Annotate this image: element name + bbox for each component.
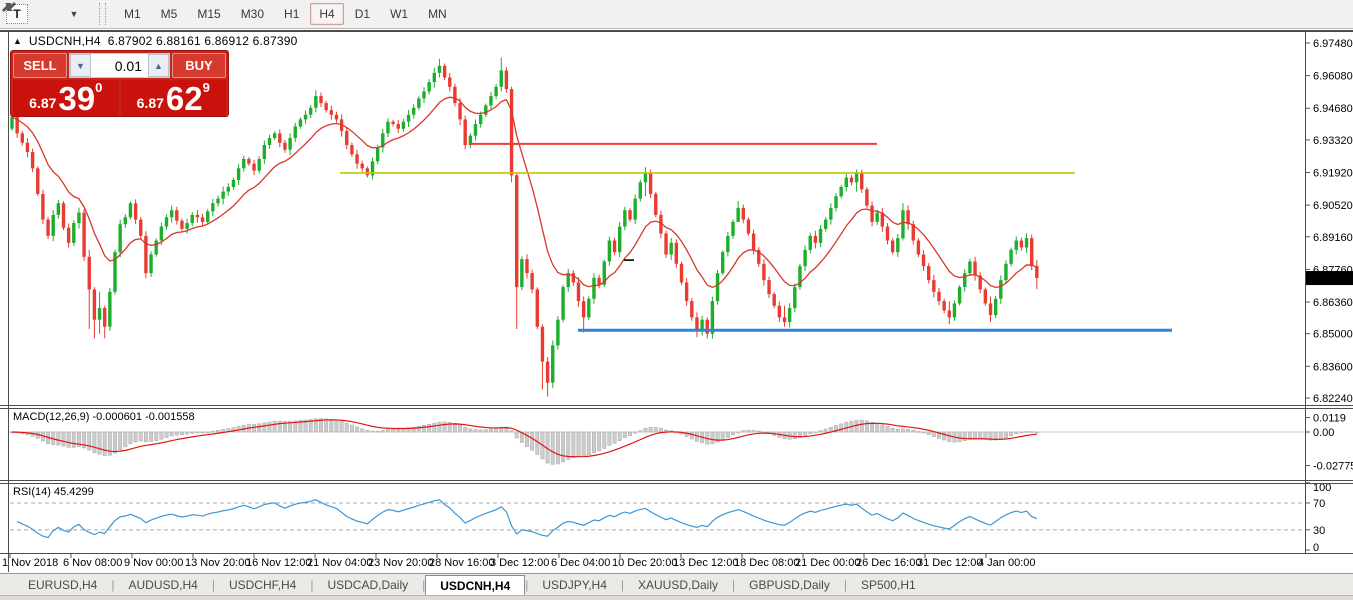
buy-price-prefix: 6.87: [137, 95, 164, 111]
macd-axis-label: -0.027754: [1313, 461, 1353, 473]
time-axis-label: 13 Dec 12:00: [673, 557, 738, 569]
price-axis-label: 6.91920: [1313, 168, 1353, 180]
arrows-tool-button[interactable]: [40, 3, 62, 25]
chevron-down-icon: ▼: [70, 9, 79, 19]
chart-tabbar: EURUSD,H4|AUDUSD,H4|USDCHF,H4|USDCAD,Dai…: [0, 573, 1353, 595]
chart-tab-usdjpy-h4[interactable]: USDJPY,H4: [528, 574, 620, 595]
time-axis-label: 28 Nov 16:00: [429, 557, 494, 569]
price-axis-label: 6.86360: [1313, 297, 1353, 309]
trading-terminal: T ▼ M1M5M15M30H1H4D1W1MN 6.974806.960806…: [0, 0, 1353, 600]
toolbar-grip[interactable]: [99, 3, 106, 25]
timeframe-button-m1[interactable]: M1: [115, 3, 150, 25]
time-axis-label: 3 Dec 12:00: [490, 557, 549, 569]
price-axis-label: 6.82240: [1313, 393, 1353, 405]
macd-indicator: [8, 419, 1305, 465]
buy-price-sup: 9: [203, 80, 210, 95]
chart-tab-audusd-h4[interactable]: AUDUSD,H4: [114, 574, 211, 595]
time-axis-label: 26 Dec 16:00: [856, 557, 921, 569]
chart-window: 6.97480 6.96080 6.94680 6.93320 6.91920 6.905…: [0, 30, 1353, 573]
sell-price-big: 39: [58, 84, 95, 114]
timeframe-button-d1[interactable]: D1: [346, 3, 379, 25]
timeframe-bar: M1M5M15M30H1H4D1W1MN: [114, 0, 457, 29]
sell-price-tile[interactable]: 6.87 39 0: [13, 80, 119, 116]
macd-label: MACD(12,26,9) -0.000601 -0.001558: [13, 411, 195, 423]
time-axis-label: 21 Nov 04:00: [307, 557, 372, 569]
down-arrow-icon: ▼: [76, 61, 85, 71]
toolbar: T ▼ M1M5M15M30H1H4D1W1MN: [0, 0, 1353, 29]
chart-tab-usdcad-daily[interactable]: USDCAD,Daily: [313, 574, 422, 595]
chart-tab-xauusd-daily[interactable]: XAUUSD,Daily: [624, 574, 732, 595]
rsi-axis-label: 70: [1313, 498, 1325, 510]
time-axis-label: 13 Nov 20:00: [185, 557, 250, 569]
rsi-line: [17, 500, 1037, 538]
chart-title: ▲ USDCNH,H4 6.87902 6.88161 6.86912 6.87…: [13, 34, 297, 48]
time-axis-label: 6 Nov 08:00: [63, 557, 122, 569]
chart-ohlc-values: 6.87902 6.88161 6.86912 6.87390: [108, 34, 298, 48]
timeframe-button-mn[interactable]: MN: [419, 3, 456, 25]
time-axis-label: 10 Dec 20:00: [612, 557, 677, 569]
chart-symbol-label: USDCNH,H4: [29, 34, 101, 48]
status-strip: [0, 595, 1353, 600]
price-axis-label: 6.96080: [1313, 71, 1353, 83]
price-axis-label: 6.85000: [1313, 329, 1353, 341]
timeframe-button-h4[interactable]: H4: [310, 3, 343, 25]
time-axis-label: 4 Jan 00:00: [978, 557, 1036, 569]
chart-tab-usdchf-h4[interactable]: USDCHF,H4: [215, 574, 310, 595]
price-axis-label: 6.90520: [1313, 200, 1353, 212]
price-axis-label: 6.93320: [1313, 135, 1353, 147]
rsi-axis-label: 0: [1313, 542, 1319, 554]
one-click-trading-panel: SELL ▼ ▲ BUY 6.87 39 0 6.87: [10, 50, 229, 117]
lot-size-control: ▼ ▲: [69, 53, 170, 78]
chart-tab-eurusd-h4[interactable]: EURUSD,H4: [14, 574, 111, 595]
timeframe-button-m5[interactable]: M5: [152, 3, 187, 25]
up-arrow-icon: ▲: [154, 61, 163, 71]
buy-price-big: 62: [166, 84, 203, 114]
sell-button[interactable]: SELL: [13, 53, 67, 78]
lot-decrease-button[interactable]: ▼: [70, 54, 91, 77]
lot-size-input[interactable]: [91, 54, 148, 77]
trade-panel-toggle-icon[interactable]: ▲: [13, 36, 22, 46]
timeframe-button-h1[interactable]: H1: [275, 3, 308, 25]
timeframe-button-m15[interactable]: M15: [188, 3, 229, 25]
time-axis-label: 9 Nov 00:00: [124, 557, 183, 569]
sell-price-sup: 0: [95, 80, 102, 95]
buy-price-tile[interactable]: 6.87 62 9: [121, 80, 227, 116]
time-axis-label: 18 Dec 08:00: [734, 557, 799, 569]
buy-button[interactable]: BUY: [172, 53, 226, 78]
current-price-tag: 6.87390: [1309, 273, 1349, 285]
timeframe-button-m30[interactable]: M30: [232, 3, 273, 25]
arrows-tool-dropdown[interactable]: ▼: [63, 3, 85, 25]
chart-tab-gbpusd-daily[interactable]: GBPUSD,Daily: [735, 574, 844, 595]
timeframe-button-w1[interactable]: W1: [381, 3, 417, 25]
price-axis-label: 6.89160: [1313, 232, 1353, 244]
chart-tab-usdcnh-h4[interactable]: USDCNH,H4: [425, 575, 525, 595]
time-axis-label: 31 Dec 12:00: [917, 557, 982, 569]
time-axis-label: 6 Dec 04:00: [551, 557, 610, 569]
rsi-label: RSI(14) 45.4299: [13, 486, 94, 498]
price-axis-label: 6.94680: [1313, 103, 1353, 115]
price-axis-label: 6.83600: [1313, 361, 1353, 373]
macd-axis-label: 0.0119: [1313, 413, 1346, 425]
time-axis-label: 23 Nov 20:00: [368, 557, 433, 569]
sell-price-prefix: 6.87: [29, 95, 56, 111]
price-axis-label: 6.97480: [1313, 38, 1353, 50]
rsi-axis-label: 30: [1313, 525, 1325, 537]
time-axis-label: 1 Nov 2018: [2, 557, 58, 569]
macd-axis-label: 0.00: [1313, 427, 1334, 439]
lot-increase-button[interactable]: ▲: [148, 54, 169, 77]
price-axis[interactable]: [1305, 43, 1353, 398]
moving-average-line: [12, 97, 1037, 287]
time-axis-label: 21 Dec 00:00: [795, 557, 860, 569]
chart-tab-sp500-h1[interactable]: SP500,H1: [847, 574, 930, 595]
time-axis-label: 16 Nov 12:00: [246, 557, 311, 569]
